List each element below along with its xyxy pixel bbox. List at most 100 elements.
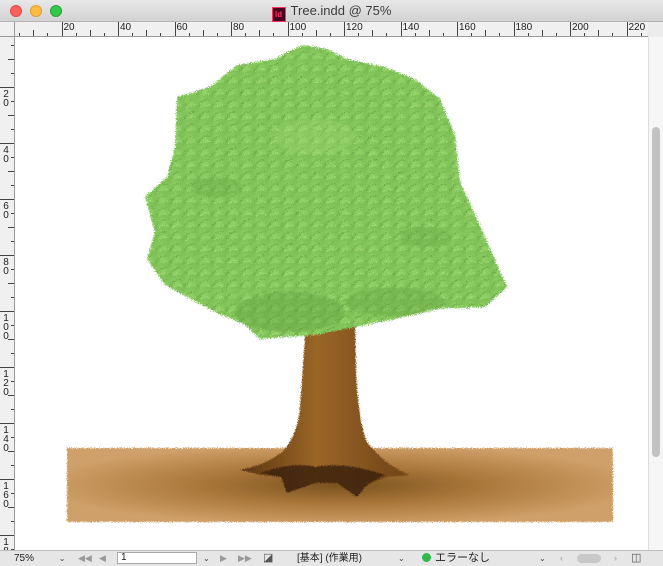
- ruler-label: 100: [289, 22, 307, 33]
- ruler-tick: [555, 33, 557, 36]
- first-page-icon[interactable]: ◀◀: [78, 552, 92, 565]
- ruler-tick: [400, 22, 402, 36]
- ruler-label: 40: [3, 145, 9, 165]
- ruler-tick: [584, 33, 586, 36]
- ruler-label: 100: [3, 313, 9, 342]
- preflight-menu-chevron-icon[interactable]: ⌄: [539, 552, 546, 565]
- ruler-tick: [0, 423, 14, 424]
- ruler-tick: [570, 22, 571, 36]
- ruler-tick: [174, 22, 176, 36]
- ruler-tick: [485, 30, 487, 36]
- master-dropdown-chevron-icon[interactable]: ⌄: [398, 552, 405, 565]
- ruler-tick: [640, 33, 642, 36]
- preflight-ok-icon: [422, 553, 431, 562]
- ruler-tick: [47, 33, 49, 36]
- ruler-tick: [245, 33, 247, 36]
- vertical-scrollbar-thumb[interactable]: [652, 127, 660, 457]
- next-page-icon[interactable]: ▶: [220, 552, 227, 565]
- horizontal-scrollbar-thumb[interactable]: [577, 554, 601, 563]
- page-number-field[interactable]: 1: [117, 552, 197, 564]
- last-page-icon[interactable]: ▶▶: [238, 552, 252, 565]
- ruler-tick: [11, 129, 14, 130]
- scroll-left-icon[interactable]: ‹: [560, 552, 563, 565]
- ruler-tick: [202, 30, 204, 36]
- split-window-icon[interactable]: ◫: [631, 552, 641, 565]
- ruler-tick: [329, 33, 331, 36]
- ruler-tick: [11, 437, 14, 438]
- ruler-tick: [8, 283, 14, 284]
- ruler-tick: [527, 33, 529, 36]
- tree-foliage[interactable]: [145, 45, 507, 339]
- ruler-tick: [8, 227, 14, 228]
- ruler-origin[interactable]: [0, 22, 15, 37]
- ruler-tick: [188, 33, 190, 36]
- ruler-label: 60: [3, 201, 9, 221]
- open-page-icon[interactable]: ◪: [263, 552, 273, 565]
- preflight-status[interactable]: エラーなし: [422, 552, 490, 565]
- ruler-tick: [8, 115, 14, 116]
- tree-trunk[interactable]: [240, 319, 410, 497]
- window-title-group: Id Tree.indd @ 75%: [0, 3, 663, 22]
- ruler-label: 80: [3, 257, 9, 277]
- zoom-dropdown[interactable]: 75% ⌄: [14, 552, 66, 565]
- ruler-tick: [11, 465, 14, 466]
- ruler-tick: [442, 33, 444, 36]
- ruler-label: 20: [3, 89, 9, 109]
- horizontal-ruler[interactable]: 20 40 60 80 100 120 140 160 180 200 220: [15, 22, 648, 37]
- ruler-tick: [11, 213, 14, 214]
- ruler-label: 140: [3, 425, 9, 454]
- previous-page-icon[interactable]: ◀: [99, 552, 106, 565]
- ruler-tick: [11, 325, 14, 326]
- ruler-tick: [11, 269, 14, 270]
- page-dropdown-chevron-icon[interactable]: ⌄: [203, 552, 210, 565]
- tree-artwork[interactable]: [15, 37, 648, 550]
- ruler-tick: [372, 30, 374, 36]
- ruler-tick: [513, 22, 515, 36]
- ruler-tick: [471, 33, 473, 36]
- ruler-label: 60: [176, 22, 188, 33]
- ruler-label: 80: [233, 22, 245, 33]
- ruler-tick: [11, 493, 14, 494]
- ruler-label: 180: [3, 537, 9, 551]
- ruler-label: 120: [346, 22, 363, 33]
- document-canvas[interactable]: [15, 37, 648, 550]
- ruler-tick: [457, 22, 458, 36]
- vertical-scrollbar[interactable]: [648, 37, 663, 550]
- ruler-tick: [11, 45, 14, 46]
- ruler-tick: [118, 22, 119, 36]
- ruler-tick: [541, 30, 543, 36]
- master-label: [基本] (作業用): [297, 553, 362, 564]
- chevron-down-icon: ⌄: [58, 554, 66, 563]
- ruler-tick: [0, 199, 14, 200]
- ruler-tick: [612, 33, 614, 36]
- ruler-tick: [75, 33, 77, 36]
- ruler-tick: [414, 33, 416, 36]
- ruler-tick: [160, 33, 162, 36]
- ruler-tick: [11, 353, 14, 354]
- ruler-tick: [11, 101, 14, 102]
- status-bar: 75% ⌄ ◀◀ ◀ 1 ⌄ ▶ ▶▶ ◪ [基本] (作業用) ⌄ エラーなし…: [0, 550, 663, 566]
- ruler-tick: [231, 22, 232, 36]
- ruler-tick: [344, 22, 345, 36]
- ruler-tick: [8, 59, 14, 60]
- ruler-label: 20: [63, 22, 75, 33]
- ruler-tick: [11, 297, 14, 298]
- window-title: Tree.indd @ 75%: [290, 3, 392, 18]
- ruler-tick: [499, 33, 501, 36]
- ruler-label: 120: [3, 369, 9, 398]
- ruler-tick: [301, 33, 303, 36]
- ruler-tick: [0, 311, 14, 312]
- vertical-ruler[interactable]: 20 40 60 80 100 120 140 160 180: [0, 37, 15, 550]
- ruler-tick: [8, 171, 14, 172]
- ruler-label: 40: [120, 22, 132, 33]
- ruler-tick: [386, 33, 388, 36]
- ruler-tick: [315, 30, 317, 36]
- ruler-tick: [11, 381, 14, 382]
- ruler-tick: [11, 521, 14, 522]
- scroll-right-icon[interactable]: ›: [614, 552, 617, 565]
- ruler-tick: [11, 157, 14, 158]
- ruler-tick: [358, 33, 360, 36]
- ruler-label: 160: [3, 481, 9, 510]
- ruler-label: 180: [515, 22, 533, 33]
- ruler-tick: [0, 143, 14, 144]
